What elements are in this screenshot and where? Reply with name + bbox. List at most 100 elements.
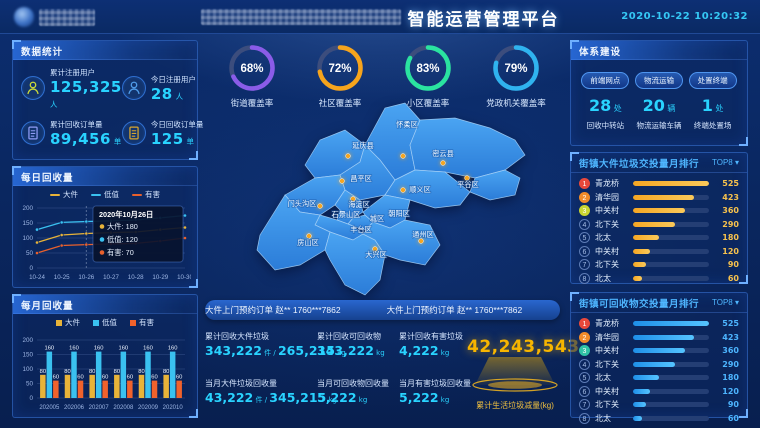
- rank-badge: 4: [579, 359, 590, 370]
- stat-value: 89,456 单: [50, 132, 122, 147]
- district-label: 石景山区: [332, 210, 361, 219]
- stat-label: 今日回收订单量: [151, 119, 204, 130]
- station-dot-icon: [401, 188, 406, 193]
- district-label: 密云县: [432, 149, 454, 158]
- legend-label: 大件: [63, 189, 78, 200]
- panel-title: 每月回收量: [13, 295, 197, 314]
- summary-item: 当月有害垃圾回收量5,222 kg: [399, 378, 467, 425]
- summary-item: 累计回收可回收物343,222 kg: [317, 331, 399, 378]
- recycling-summary: 累计回收大件垃圾343,222 件 / 265,215 kg累计回收可回收物34…: [205, 331, 563, 424]
- system-tag-button[interactable]: 处置终端: [689, 72, 737, 89]
- podium-glow-icon: [467, 357, 563, 393]
- stat-value: 28 人: [151, 87, 196, 102]
- rank-bar: [633, 249, 709, 254]
- panel-ranking-recyclables: 街镇可回收物交投量月排行 TOP8 ▾ 1青龙桥5252清华园4233中关村36…: [570, 292, 748, 418]
- system-sublabel: 物流运输车辆: [633, 120, 686, 131]
- district-label: 房山区: [297, 238, 319, 247]
- rank-badge: 8: [579, 273, 590, 284]
- legend-swatch: [93, 320, 99, 326]
- system-tag-button[interactable]: 物流运输: [635, 72, 683, 89]
- rank-badge: 3: [579, 205, 590, 216]
- svg-text:50: 50: [26, 250, 34, 257]
- summary-label: 累计回收大件垃圾: [205, 331, 317, 342]
- district-label: 朝阳区: [388, 209, 410, 218]
- svg-text:160: 160: [143, 346, 153, 352]
- rank-badge: 5: [579, 372, 590, 383]
- rank-value: 60: [714, 414, 739, 423]
- rank-value: 525: [714, 179, 739, 188]
- svg-text:10-25: 10-25: [54, 274, 70, 281]
- street-name: 青龙桥: [595, 178, 628, 189]
- ranking-list: 1青龙桥5252清华园4233中关村3604北下关2905北太1806中关村12…: [571, 313, 747, 425]
- legend-label: 大件: [65, 317, 80, 328]
- top8-dropdown[interactable]: TOP8 ▾: [712, 158, 739, 167]
- top8-dropdown[interactable]: TOP8 ▾: [712, 298, 739, 307]
- svg-text:60: 60: [176, 375, 182, 381]
- station-dot-icon: [318, 204, 323, 209]
- rank-badge: 7: [579, 259, 590, 270]
- system-sublabel: 终端处置场: [686, 120, 739, 131]
- ranking-row: 7北下关90: [579, 258, 739, 271]
- system-value: 1 处: [686, 98, 739, 114]
- svg-text:10-29: 10-29: [152, 274, 168, 281]
- rank-badge: 5: [579, 232, 590, 243]
- district-label: 大兴区: [365, 250, 387, 259]
- ticker-item: 大件上门预约订单 赵** 1760***7862: [387, 305, 560, 315]
- svg-text:60: 60: [53, 375, 59, 381]
- rank-badge: 4: [579, 219, 590, 230]
- legend-item: 低值: [93, 317, 117, 328]
- summary-item: 累计回收大件垃圾343,222 件 / 265,215 kg: [205, 331, 317, 378]
- rank-badge: 7: [579, 399, 590, 410]
- panel-title: 街镇可回收物交投量月排行: [579, 296, 699, 310]
- district-shape[interactable]: [410, 118, 525, 178]
- ranking-row: 4北下关290: [579, 218, 739, 231]
- panel-daily-recycling-chart: 每日回收量 大件低值有害 05010015020010-2410-2510-26…: [12, 166, 198, 288]
- street-name: 北下关: [595, 399, 628, 410]
- ranking-row: 4北下关290: [579, 358, 739, 371]
- system-tag-button[interactable]: 前端网点: [581, 72, 629, 89]
- street-name: 北太: [595, 372, 628, 383]
- summary-value: 4,222 kg: [399, 345, 467, 358]
- ranking-row: 7北下关90: [579, 398, 739, 411]
- ranking-row: 5北太180: [579, 231, 739, 244]
- rank-bar: [633, 402, 709, 407]
- rank-badge: 3: [579, 345, 590, 356]
- summary-item: 累计回收有害垃圾 4,222 kg: [399, 331, 467, 378]
- stat-item: 今日注册用户28 人: [122, 66, 204, 111]
- user-today-icon: [122, 76, 146, 100]
- svg-text:100: 100: [22, 366, 33, 373]
- rank-bar: [633, 262, 709, 267]
- district-label: 通州区: [412, 230, 434, 239]
- summary-label: 当月可回收物回收量: [317, 378, 399, 389]
- svg-text:202005: 202005: [39, 405, 60, 411]
- summary-label: 累计回收有害垃圾: [399, 331, 467, 342]
- waste-reduction-label: 累计生活垃圾减量(kg): [467, 400, 563, 411]
- orders-today-icon: [122, 121, 146, 145]
- svg-text:68%: 68%: [240, 63, 263, 75]
- stat-unit: 单: [111, 137, 122, 146]
- ticker-item: 大件上门预约订单 赵** 1760***7862: [205, 305, 387, 315]
- dashboard: 智能运营管理平台 2020-10-22 10:20:32 数据统计 累计注册用户…: [0, 0, 760, 428]
- district-label: 平谷区: [457, 180, 479, 189]
- rank-bar: [633, 321, 709, 326]
- svg-text:200: 200: [22, 337, 33, 344]
- system-item: 处置终端 1 处终端处置场: [686, 70, 739, 131]
- legend-item: 大件: [56, 317, 80, 328]
- street-name: 北太: [595, 273, 628, 284]
- ranking-row: 5北太180: [579, 371, 739, 384]
- orders-cumulative-icon: [21, 121, 45, 145]
- svg-text:79%: 79%: [504, 63, 527, 75]
- legend-swatch: [56, 320, 62, 326]
- rank-bar: [633, 222, 709, 227]
- user-cumulative-icon: [21, 76, 45, 100]
- svg-text:10-24: 10-24: [29, 274, 45, 281]
- rank-bar: [633, 389, 709, 394]
- rank-value: 360: [714, 346, 739, 355]
- ranking-row: 3中关村360: [579, 344, 739, 357]
- ranking-row: 8北太60: [579, 272, 739, 285]
- legend-item: 低值: [91, 189, 119, 200]
- svg-text:202006: 202006: [64, 405, 85, 411]
- svg-text:160: 160: [44, 346, 54, 352]
- svg-text:50: 50: [26, 381, 34, 388]
- street-name: 中关村: [595, 246, 628, 257]
